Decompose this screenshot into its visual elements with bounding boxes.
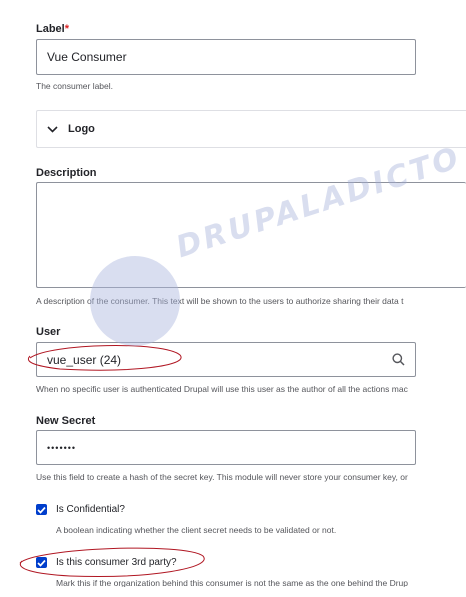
annotation-ellipse-user — [28, 345, 182, 371]
annotation-layer — [19, 345, 205, 577]
annotation-ellipse-third-party — [19, 547, 205, 577]
